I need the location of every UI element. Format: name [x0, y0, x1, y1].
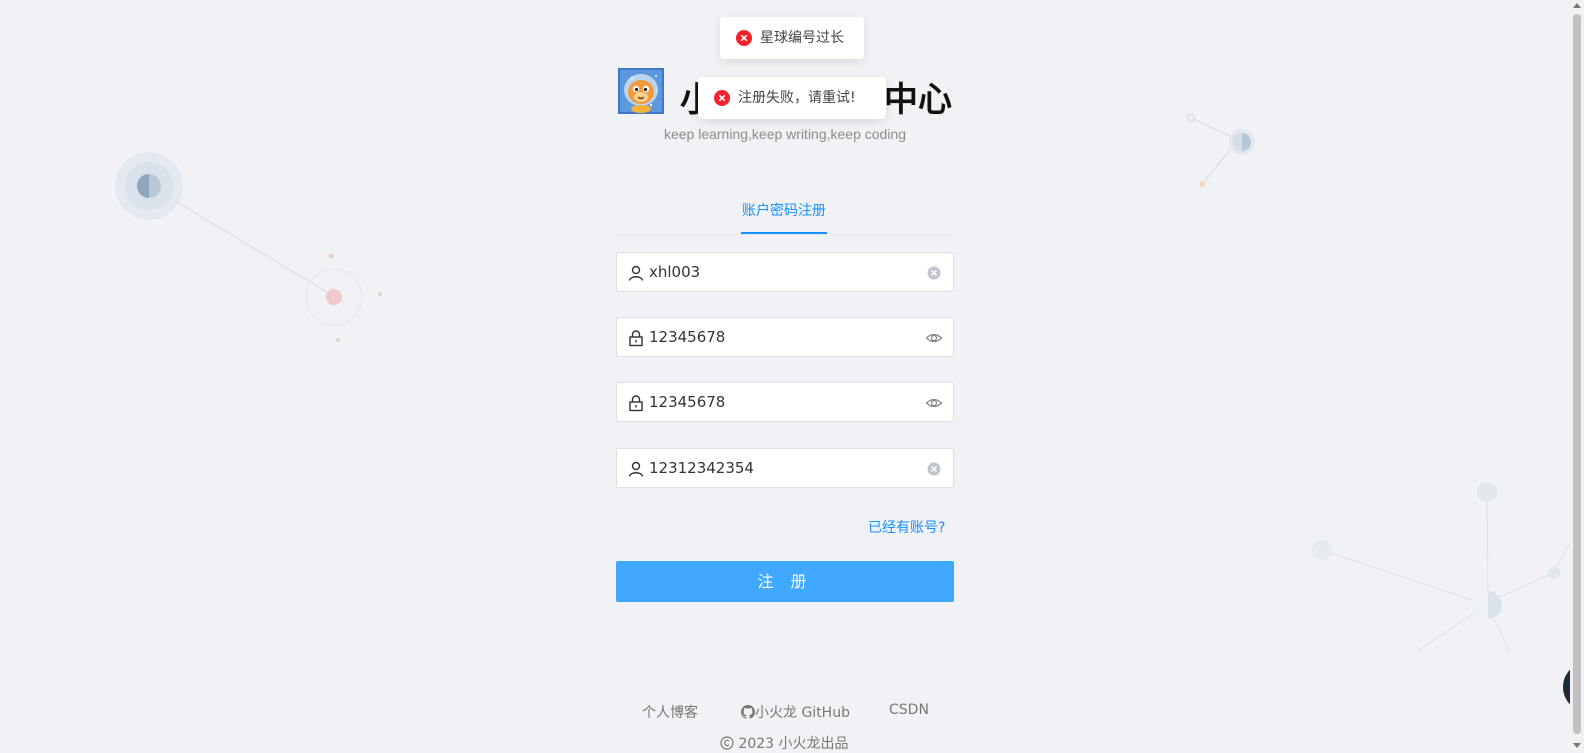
tab-account-password-register[interactable]: 账户密码注册: [741, 198, 827, 234]
planet-code-field[interactable]: 12312342354: [616, 448, 954, 488]
copyright-icon: [720, 736, 734, 750]
error-icon: [714, 90, 730, 106]
footer-link-github-label: 小火龙 GitHub: [755, 705, 850, 721]
username-input[interactable]: xhl003: [649, 253, 700, 291]
error-toast-planet-code: 星球编号过长: [720, 17, 864, 59]
confirm-password-field[interactable]: 12345678: [616, 382, 954, 422]
left-node-cluster: [115, 152, 382, 342]
password-field[interactable]: 12345678: [616, 317, 954, 357]
github-icon: [741, 705, 755, 719]
clear-icon[interactable]: [925, 264, 943, 282]
scroll-down-arrow[interactable]: [1573, 743, 1581, 748]
username-field[interactable]: xhl003: [616, 252, 954, 292]
scroll-up-arrow[interactable]: [1573, 3, 1581, 8]
scrollbar-thumb[interactable]: [1573, 14, 1581, 734]
toast-message: 星球编号过长: [760, 30, 844, 46]
password-input[interactable]: 12345678: [649, 318, 725, 356]
has-account-link[interactable]: 已经有账号?: [868, 517, 945, 537]
eye-icon[interactable]: [925, 329, 943, 347]
user-icon: [628, 461, 644, 477]
logo-avatar-icon: [618, 68, 664, 114]
scrollbar[interactable]: [1570, 0, 1584, 751]
planet-code-input[interactable]: 12312342354: [649, 449, 754, 487]
eye-icon[interactable]: [925, 394, 943, 412]
page-title-end: 中心: [884, 80, 952, 120]
confirm-password-input[interactable]: 12345678: [649, 383, 725, 421]
error-icon: [736, 30, 752, 46]
toast-message: 注册失败，请重试!: [738, 90, 856, 106]
right-bottom-node-cluster: [1312, 482, 1573, 653]
footer-link-blog[interactable]: 个人博客: [642, 702, 698, 722]
page-subtitle: keep learning,keep writing,keep coding: [663, 126, 907, 142]
copyright-text: 2023 小火龙出品: [738, 736, 849, 752]
error-toast-register-failed: 注册失败，请重试!: [698, 77, 886, 119]
register-button[interactable]: 注 册: [616, 561, 954, 602]
active-tab-indicator: [741, 232, 827, 234]
copyright: 2023 小火龙出品: [720, 733, 849, 753]
clear-icon[interactable]: [925, 460, 943, 478]
register-tab-bar: 账户密码注册: [616, 198, 954, 235]
user-icon: [628, 265, 644, 281]
footer-link-github[interactable]: 小火龙 GitHub: [741, 702, 850, 722]
lock-icon: [629, 395, 643, 412]
footer-link-csdn[interactable]: CSDN: [889, 702, 929, 718]
lock-icon: [629, 330, 643, 347]
